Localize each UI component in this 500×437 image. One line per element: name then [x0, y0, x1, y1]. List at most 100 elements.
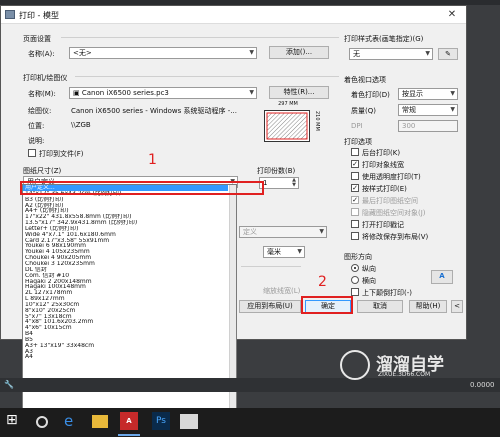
plotter-value: Canon iX6500 series - Windows 系统驱动程序 -..… — [71, 107, 237, 115]
file-explorer-icon[interactable] — [92, 415, 108, 428]
landscape-label: 横向 — [362, 277, 376, 285]
plot-option-checkbox[interactable] — [351, 208, 359, 216]
dpi-label: DPI — [351, 122, 363, 130]
print-to-file-label: 打印到文件(F) — [39, 150, 84, 158]
printer-name-label: 名称(M): — [28, 90, 56, 98]
coord-readout: 0.0000 — [470, 381, 495, 389]
active-indicator — [118, 434, 140, 436]
paper-size-option[interactable]: A4 — [23, 354, 236, 360]
unit-value: 毫米 — [267, 248, 281, 256]
printer-properties-button[interactable]: 特性(R)... — [269, 86, 329, 99]
quality-label: 质量(Q) — [351, 107, 376, 115]
pencil-icon: ✎ — [445, 50, 451, 58]
cancel-button[interactable]: 取消 — [357, 300, 403, 313]
shade-plot-label: 着色打印(D) — [351, 91, 390, 99]
annotation-box-1 — [20, 181, 264, 195]
plot-option-checkbox[interactable]: ✓ — [351, 160, 359, 168]
location-label: 位置: — [28, 122, 45, 130]
plot-style-group-label: 打印样式表(画笔指定)(G) — [344, 35, 424, 43]
help-button[interactable]: 帮助(H) — [409, 300, 447, 313]
dialog-title: 打印 - 模型 — [19, 11, 59, 20]
divider — [75, 76, 339, 77]
plot-option-label: 将修改保存到布局(V) — [362, 233, 429, 241]
scale-partial: 定义 — [243, 228, 257, 236]
chevron-down-icon: ▼ — [249, 49, 254, 56]
preview-width-label: 297 MM — [278, 101, 298, 107]
portrait-radio[interactable] — [351, 264, 359, 272]
quality-select[interactable]: 常规 ▼ — [398, 104, 458, 116]
search-icon[interactable] — [36, 416, 48, 428]
plot-option-checkbox[interactable] — [351, 172, 359, 180]
chevron-down-icon: ▼ — [297, 248, 302, 255]
printer-icon: ▣ — [73, 89, 82, 97]
plot-options-list: 后台打印(K) ✓ 打印对象线宽 使用透明度打印(T) ✓ 按样式打印(E) ✓ 最后打印图纸… — [351, 148, 466, 244]
autocad-icon[interactable]: A — [120, 412, 138, 430]
printer-name-select[interactable]: ▣ Canon iX6500 series.pc3 ▼ — [69, 87, 257, 99]
edit-plot-style-button[interactable]: ✎ — [438, 48, 458, 60]
annotation-box-2 — [301, 296, 353, 314]
annotation-number-1: 1 — [148, 152, 157, 168]
photos-icon[interactable] — [180, 414, 198, 429]
add-page-setup-button[interactable]: 添加()... — [269, 46, 329, 59]
plot-option-checkbox[interactable] — [351, 232, 359, 240]
printer-name-value: Canon iX6500 series.pc3 — [81, 89, 169, 97]
wrench-icon: 🔧 — [4, 380, 14, 389]
dpi-value: 300 — [402, 122, 416, 130]
dpi-input[interactable]: 300 — [398, 120, 458, 132]
collapse-button[interactable]: < — [451, 300, 463, 313]
cad-statusbar: 🔧 0.0000 — [0, 378, 500, 392]
preview-height-label: 210 MM — [314, 111, 320, 131]
dialog-titlebar: 打印 - 模型 ✕ — [1, 6, 466, 24]
paper-size-options: 用户定义... 14"x17" 35.6x43.2cm (比例打印) B3 (比例打… — [23, 185, 236, 360]
print-to-file-checkbox[interactable] — [28, 149, 36, 157]
chevron-down-icon: ▼ — [450, 90, 455, 97]
orientation-group-label: 图形方向 — [344, 253, 372, 261]
chevron-down-icon: ▼ — [450, 106, 455, 113]
page-setup-group-label: 页面设置 — [23, 35, 51, 43]
preview-sheet — [264, 110, 310, 142]
page-setup-name-select[interactable]: <无> ▼ — [69, 47, 257, 59]
plot-option-checkbox[interactable] — [351, 220, 359, 228]
upside-down-checkbox[interactable] — [351, 288, 359, 296]
shade-plot-value: 按显示 — [402, 90, 423, 98]
lineweight-label: 缩放线宽(L) — [263, 287, 301, 295]
plot-option-label: 按样式打印(E) — [362, 185, 407, 193]
photoshop-icon[interactable]: Ps — [152, 412, 170, 430]
windows-start-icon[interactable]: ⊞ — [6, 412, 26, 432]
scale-select[interactable]: 定义 ▼ — [239, 226, 327, 238]
page-setup-name-value: <无> — [73, 49, 92, 57]
unit-select[interactable]: 毫米 ▼ — [263, 246, 305, 258]
paper-size-group-label: 图纸尺寸(Z) — [23, 167, 62, 175]
page-setup-name-label: 名称(A): — [28, 50, 55, 58]
preview-hatch — [266, 112, 308, 140]
plot-option-checkbox[interactable]: ✓ — [351, 196, 359, 204]
chevron-down-icon: ▼ — [249, 89, 254, 96]
plot-option-checkbox[interactable] — [351, 148, 359, 156]
plot-option-label: 打开打印戳记 — [362, 221, 404, 229]
chevron-down-icon: ▼ — [425, 50, 430, 57]
divider — [241, 266, 301, 267]
plot-option-label: 最后打印图纸空间 — [362, 197, 418, 205]
plot-option-checkbox[interactable]: ✓ — [351, 184, 359, 192]
description-label: 说明: — [28, 137, 45, 145]
chevron-down-icon: ▼ — [319, 228, 324, 235]
location-value: \\ZGB — [71, 121, 91, 129]
shade-plot-select[interactable]: 按显示 ▼ — [398, 88, 458, 100]
spinner-icon[interactable]: ▲ ▼ — [292, 178, 296, 188]
print-icon — [5, 10, 15, 19]
plot-option-label: 后台打印(K) — [362, 149, 401, 157]
edge-browser-icon[interactable]: e — [64, 412, 84, 432]
plot-style-select[interactable]: 无 ▼ — [349, 48, 433, 60]
landscape-radio[interactable] — [351, 276, 359, 284]
plot-option-label: 打印对象线宽 — [362, 161, 404, 169]
apply-to-layout-button[interactable]: 应用到布局(U) — [239, 300, 301, 313]
shaded-viewport-group-label: 着色视口选项 — [344, 76, 386, 84]
copies-input[interactable]: 1 ▲ ▼ — [259, 177, 299, 189]
plot-options-group-label: 打印选项 — [344, 138, 372, 146]
plotter-label: 绘图仪: — [28, 107, 52, 115]
plot-option-label: 使用透明度打印(T) — [362, 173, 421, 181]
close-button[interactable]: ✕ — [441, 8, 463, 22]
quality-value: 常规 — [402, 106, 416, 114]
watermark-url: ZIXUE.3D66.COM — [378, 371, 431, 378]
upside-down-label: 上下颠倒打印(-) — [362, 289, 412, 297]
